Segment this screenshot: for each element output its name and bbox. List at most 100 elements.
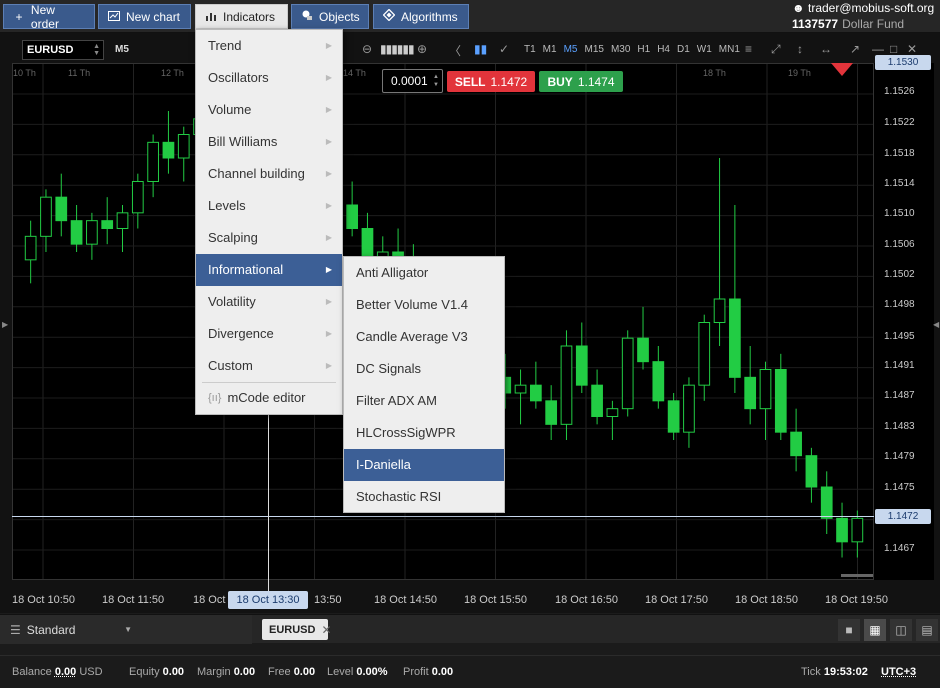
- horizontal-fit-icon[interactable]: ↔: [820, 42, 832, 56]
- close-icon[interactable]: ✕: [907, 42, 917, 56]
- line-chart-type-icon[interactable]: ✓: [499, 42, 509, 56]
- menu-item-custom[interactable]: Custom ▶: [196, 350, 342, 382]
- indicator-i-daniella[interactable]: I-Daniella: [344, 449, 504, 481]
- buy-button[interactable]: BUY 1.1474: [539, 71, 623, 92]
- layout-single-icon[interactable]: ■: [838, 619, 860, 641]
- diamond-icon: [382, 8, 396, 24]
- price-axis[interactable]: 1.1526 1.1522 1.1518 1.1514 1.1510 1.150…: [874, 63, 934, 580]
- algorithms-button[interactable]: Algorithms: [373, 4, 469, 29]
- tf-d1[interactable]: D1: [677, 44, 690, 55]
- layout-columns-icon[interactable]: ◫: [890, 619, 912, 641]
- menu-item-levels[interactable]: Levels ▶: [196, 190, 342, 222]
- tf-m5[interactable]: M5: [564, 44, 578, 55]
- day-mark: 14 Th: [343, 68, 366, 78]
- menu-item-trend[interactable]: Trend ▶: [196, 30, 342, 62]
- symbol-select[interactable]: EURUSD ▲ ▼: [22, 40, 104, 60]
- candle: [652, 346, 665, 409]
- account-user[interactable]: ☻ trader@mobius-soft.org: [792, 1, 936, 16]
- y-tick: 1.1526: [884, 86, 915, 97]
- collapse-left-icon[interactable]: ▶: [2, 320, 8, 329]
- collapse-right-icon[interactable]: ◀: [933, 320, 939, 329]
- chart-icon: [107, 10, 121, 24]
- candle-body: [606, 408, 619, 417]
- tf-mn1[interactable]: MN1: [719, 44, 740, 55]
- detach-icon[interactable]: ↗: [850, 42, 860, 56]
- vertical-fit-icon[interactable]: ↕: [797, 42, 803, 56]
- scroll-to-end-icon[interactable]: [831, 63, 853, 76]
- menu-item-channel-building[interactable]: Channel building ▶: [196, 158, 342, 190]
- timezone-select[interactable]: UTC+3: [881, 666, 916, 678]
- menu-item-bill-williams[interactable]: Bill Williams ▶: [196, 126, 342, 158]
- chart-toolbar: EURUSD ▲ ▼ M5 ⊖ ▮▮▮▮▮▮ ⊕ 〈 ▮▮ ✓ T1 M1 M5 …: [12, 37, 932, 63]
- candle-body: [652, 361, 665, 402]
- objects-button[interactable]: Objects: [291, 4, 369, 29]
- indicator-stochastic-rsi[interactable]: Stochastic RSI: [344, 481, 504, 513]
- zoom-out-icon[interactable]: ⊖: [362, 42, 372, 56]
- tf-m1[interactable]: M1: [543, 44, 557, 55]
- chart-settings-icon[interactable]: ≡: [745, 42, 752, 56]
- y-tick: 1.1498: [884, 299, 915, 310]
- candle-chart-type-icon[interactable]: ▮▮: [474, 42, 487, 56]
- tf-w1[interactable]: W1: [697, 44, 712, 55]
- bar-chart-type-icon[interactable]: 〈: [449, 42, 461, 59]
- menu-item-informational[interactable]: Informational ▶: [196, 254, 342, 286]
- layout-rows-icon[interactable]: ▤: [916, 619, 938, 641]
- candle-body: [637, 337, 649, 363]
- y-tick: 1.1479: [884, 451, 915, 462]
- tf-h1[interactable]: H1: [637, 44, 650, 55]
- workspace-select[interactable]: ☰ Standard ▼: [0, 615, 252, 644]
- menu-item-scalping[interactable]: Scalping ▶: [196, 222, 342, 254]
- candle-body: [529, 384, 542, 402]
- new-chart-button[interactable]: New chart: [98, 4, 191, 29]
- menu-item-volume[interactable]: Volume ▶: [196, 94, 342, 126]
- x-tick: 18 Oct 17:50: [645, 594, 708, 606]
- bars-icon: [204, 10, 218, 24]
- maximize-icon[interactable]: □: [890, 42, 897, 56]
- top-toolbar: + New order New chart Indicators Objects…: [0, 0, 940, 33]
- y-tick: 1.1487: [884, 390, 915, 401]
- crosshair-time-label: 18 Oct 13:30: [228, 591, 308, 609]
- menu-item-mcode-editor[interactable]: {ıı} mCode editor: [196, 383, 342, 413]
- candle: [55, 173, 68, 237]
- menu-item-volatility[interactable]: Volatility ▶: [196, 286, 342, 318]
- indicator-anti-alligator[interactable]: Anti Alligator: [344, 257, 504, 289]
- candle-body: [759, 369, 772, 410]
- menu-item-divergence[interactable]: Divergence ▶: [196, 318, 342, 350]
- candle-body: [70, 220, 83, 245]
- zoom-in-icon[interactable]: ⊕: [417, 42, 427, 56]
- chart-tab-eurusd[interactable]: EURUSD ✕: [262, 619, 332, 640]
- day-mark: 18 Th: [703, 68, 726, 78]
- candle-body: [162, 141, 175, 159]
- indicator-hlcrosssigwpr[interactable]: HLCrossSigWPR: [344, 417, 504, 449]
- current-timeframe: M5: [115, 44, 129, 55]
- account-info[interactable]: ☻ trader@mobius-soft.org 1137577 Dollar F…: [792, 1, 936, 32]
- zoom-slider[interactable]: ▮▮▮▮▮▮: [380, 42, 415, 56]
- indicators-menu: Trend ▶ Oscillators ▶ Volume ▶ Bill William…: [195, 29, 343, 415]
- tf-t1[interactable]: T1: [524, 44, 536, 55]
- tf-m30[interactable]: M30: [611, 44, 630, 55]
- informational-submenu: Anti Alligator Better Volume V1.4 Candle…: [343, 256, 505, 513]
- indicator-filter-adx-am[interactable]: Filter ADX AM: [344, 385, 504, 417]
- new-order-button[interactable]: + New order: [3, 3, 95, 31]
- indicator-candle-average[interactable]: Candle Average V3: [344, 321, 504, 353]
- y-tick: 1.1491: [884, 360, 915, 371]
- close-tab-icon[interactable]: ✕: [321, 623, 331, 637]
- x-tick: 18 Oct 14:50: [374, 594, 437, 606]
- sell-button[interactable]: SELL 1.1472: [447, 71, 535, 92]
- spinner-icon: ▲ ▼: [93, 43, 100, 57]
- lot-size-input[interactable]: 0.0001 ▲ ▼: [382, 69, 443, 93]
- indicator-better-volume[interactable]: Better Volume V1.4: [344, 289, 504, 321]
- minimize-icon[interactable]: —: [872, 42, 884, 56]
- spinner-icon[interactable]: ▲ ▼: [433, 73, 439, 89]
- indicator-dc-signals[interactable]: DC Signals: [344, 353, 504, 385]
- tf-h4[interactable]: H4: [657, 44, 670, 55]
- time-axis[interactable]: 18 Oct 10:50 18 Oct 11:50 18 Oct 13:50 1…: [12, 586, 888, 608]
- indicators-button[interactable]: Indicators: [195, 4, 288, 29]
- menu-item-oscillators[interactable]: Oscillators ▶: [196, 62, 342, 94]
- candle-body: [24, 235, 37, 261]
- chart-tabs-bar: ☰ Standard ▼ EURUSD ✕ ■ ▦ ◫ ▤: [0, 614, 940, 644]
- autoscale-icon[interactable]: ⤢: [771, 42, 781, 57]
- layout-grid-icon[interactable]: ▦: [864, 619, 886, 641]
- y-tick: 1.1510: [884, 208, 915, 219]
- tf-m15[interactable]: M15: [584, 44, 603, 55]
